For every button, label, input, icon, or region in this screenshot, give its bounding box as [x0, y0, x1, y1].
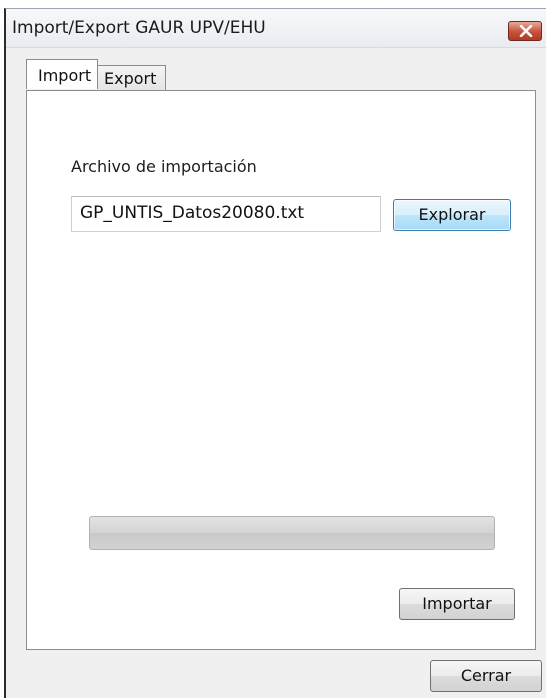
title-bar[interactable]: Import/Export GAUR UPV/EHU [6, 9, 546, 48]
import-button[interactable]: Importar [399, 588, 515, 620]
import-progress-bar [89, 516, 495, 550]
tab-import[interactable]: Import [26, 59, 98, 89]
close-icon [519, 25, 533, 37]
tab-export[interactable]: Export [98, 65, 166, 90]
window-close-button[interactable] [508, 21, 542, 41]
close-dialog-button[interactable]: Cerrar [430, 660, 542, 692]
browse-button[interactable]: Explorar [393, 199, 511, 231]
import-file-label: Archivo de importación [71, 157, 257, 176]
import-file-field[interactable]: GP_UNTIS_Datos20080.txt [71, 196, 381, 232]
window-title: Import/Export GAUR UPV/EHU [12, 18, 266, 38]
import-tab-panel: Archivo de importación GP_UNTIS_Datos200… [26, 90, 536, 650]
dialog-window: Import/Export GAUR UPV/EHU Import Export… [4, 8, 546, 698]
tab-strip: Import Export [26, 59, 546, 91]
